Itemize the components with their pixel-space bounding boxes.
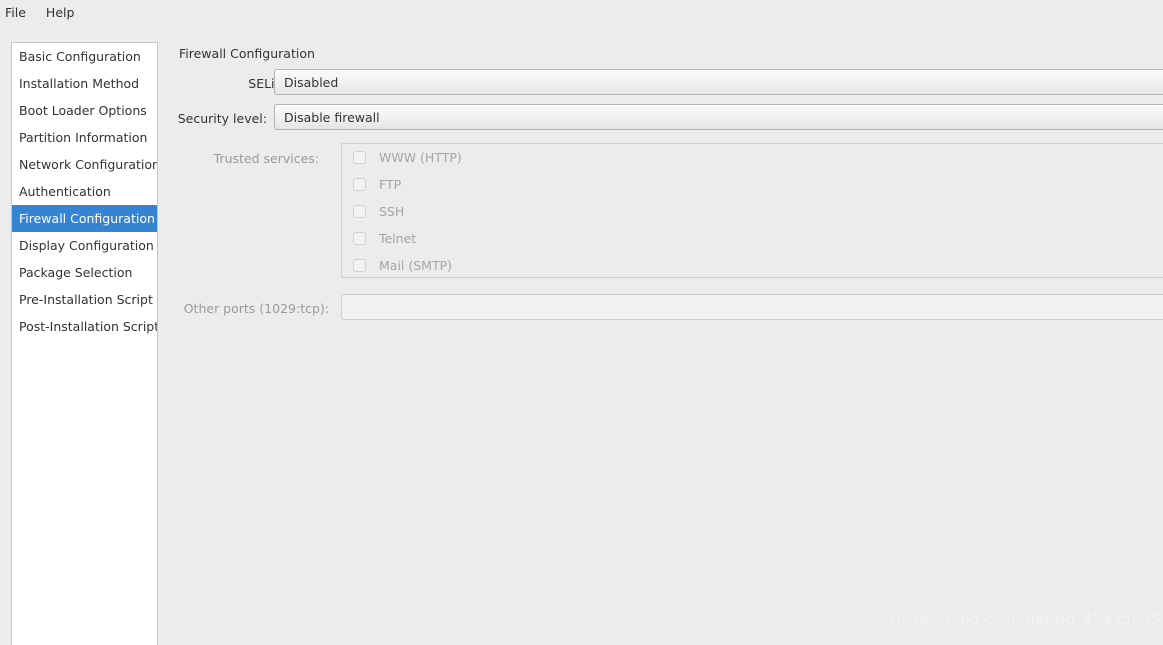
menu-bar: File Help <box>0 0 1163 25</box>
sidebar-item-post-installation-script[interactable]: Post-Installation Script <box>12 313 157 340</box>
trusted-services-label: Trusted services: <box>213 151 319 166</box>
selinux-combobox-value: Disabled <box>284 74 339 90</box>
trusted-service-label: WWW (HTTP) <box>379 150 462 165</box>
sidebar-item-firewall-configuration[interactable]: Firewall Configuration <box>12 205 157 232</box>
security-level-label: Security level: <box>177 111 267 126</box>
menu-item-file[interactable]: File <box>0 3 36 23</box>
checkbox-icon[interactable] <box>353 205 366 218</box>
checkbox-icon[interactable] <box>353 178 366 191</box>
trusted-service-label: FTP <box>379 177 402 192</box>
security-level-combobox[interactable]: Disable firewall <box>274 104 1163 130</box>
trusted-service-row-ssh[interactable]: SSH <box>342 198 1163 225</box>
trusted-service-row-www-http[interactable]: WWW (HTTP) <box>342 144 1163 171</box>
checkbox-icon[interactable] <box>353 151 366 164</box>
sidebar-item-package-selection[interactable]: Package Selection <box>12 259 157 286</box>
trusted-service-label: Mail (SMTP) <box>379 258 453 273</box>
selinux-combobox[interactable]: Disabled <box>274 69 1163 95</box>
trusted-service-label: SSH <box>379 204 405 219</box>
sidebar-item-authentication[interactable]: Authentication <box>12 178 157 205</box>
sidebar-item-installation-method[interactable]: Installation Method <box>12 70 157 97</box>
trusted-service-row-ftp[interactable]: FTP <box>342 171 1163 198</box>
sidebar-item-basic-configuration[interactable]: Basic Configuration <box>12 43 157 70</box>
sidebar-item-pre-installation-script[interactable]: Pre-Installation Script <box>12 286 157 313</box>
sidebar-item-display-configuration[interactable]: Display Configuration <box>12 232 157 259</box>
checkbox-icon[interactable] <box>353 232 366 245</box>
page-title: Firewall Configuration <box>179 46 315 61</box>
watermark-text: https://blog.csdn.net/qq_45425035 <box>891 610 1161 628</box>
sidebar-item-partition-information[interactable]: Partition Information <box>12 124 157 151</box>
trusted-services-list[interactable]: WWW (HTTP) FTP SSH Telnet Mail (SMTP) <box>341 143 1163 278</box>
trusted-service-row-mail-smtp[interactable]: Mail (SMTP) <box>342 252 1163 277</box>
security-level-combobox-value: Disable firewall <box>284 109 380 125</box>
sidebar-item-boot-loader-options[interactable]: Boot Loader Options <box>12 97 157 124</box>
kickstart-configurator-window: File Help Basic Configuration Installati… <box>0 0 1163 645</box>
trusted-service-row-telnet[interactable]: Telnet <box>342 225 1163 252</box>
checkbox-icon[interactable] <box>353 259 366 272</box>
sidebar-item-network-configuration[interactable]: Network Configuration <box>12 151 157 178</box>
other-ports-label: Other ports (1029:tcp): <box>183 301 329 316</box>
firewall-configuration-panel: Firewall Configuration SELinux: Disabled… <box>170 35 1163 645</box>
trusted-service-label: Telnet <box>379 231 417 246</box>
menu-item-help[interactable]: Help <box>36 3 85 23</box>
other-ports-input[interactable] <box>341 294 1163 320</box>
sidebar-nav-list[interactable]: Basic Configuration Installation Method … <box>11 42 158 645</box>
